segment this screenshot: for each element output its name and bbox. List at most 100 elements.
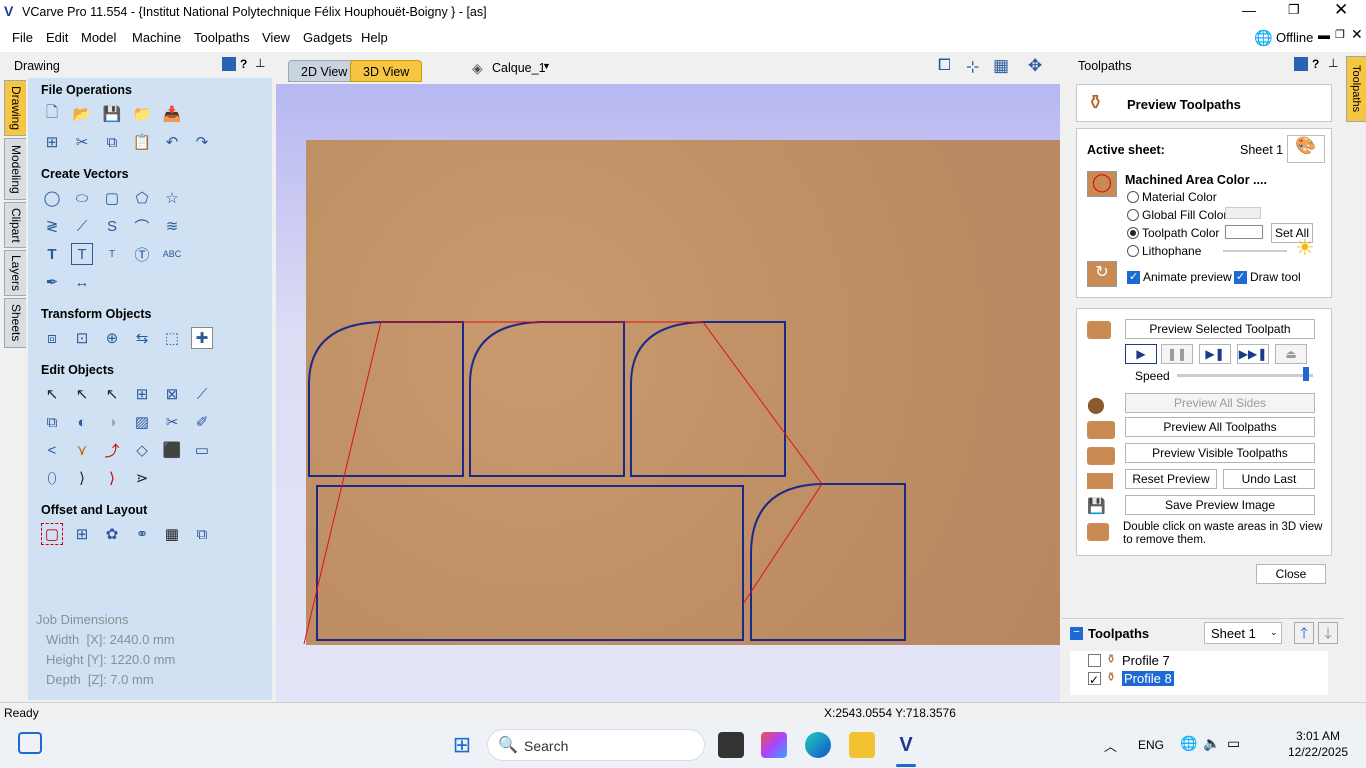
maximize-button[interactable]: ❐	[1288, 2, 1300, 18]
snap-grid-icon[interactable]: ⊹	[966, 57, 979, 77]
close-window-button[interactable]: ✕	[1334, 0, 1348, 20]
copy-icon[interactable]: ⧉	[101, 131, 123, 153]
autohide-pin-icon[interactable]: ⊥	[1328, 56, 1338, 70]
rotate-icon[interactable]: ⊕	[101, 327, 123, 349]
chevron-down-icon[interactable]: ⌄	[1270, 627, 1278, 638]
step-forward-button[interactable]: ▶❚	[1199, 344, 1231, 364]
open-folder-icon[interactable]: 📁	[131, 103, 153, 125]
menu-model[interactable]: Model	[81, 30, 116, 45]
move-icon[interactable]: ⧈	[41, 327, 63, 349]
reset-preview-button[interactable]: Reset Preview	[1125, 469, 1217, 489]
scale-icon[interactable]: ⊡	[71, 327, 93, 349]
bitmap-trace-icon[interactable]: ⬛	[161, 439, 183, 461]
preview-all-sides-button[interactable]: Preview All Sides	[1125, 393, 1315, 413]
tray-chevron-icon[interactable]: ︿	[1104, 736, 1117, 755]
task-view-icon[interactable]	[718, 732, 744, 758]
menu-machine[interactable]: Machine	[132, 30, 181, 45]
star-icon[interactable]: ☆	[161, 187, 183, 209]
speed-slider-thumb[interactable]	[1303, 367, 1310, 381]
undo-icon[interactable]: ↶	[161, 131, 183, 153]
subtract-icon[interactable]: ◐	[71, 411, 93, 433]
tab-sheets[interactable]: Sheets	[4, 298, 26, 348]
tab-3d-view[interactable]: 3D View	[350, 60, 423, 82]
undo-last-button[interactable]: Undo Last	[1223, 469, 1315, 489]
dimension-icon[interactable]: ↔	[71, 271, 93, 293]
image-icon[interactable]: ▭	[191, 439, 213, 461]
node-edit-icon[interactable]: ↖	[71, 383, 93, 405]
import-icon[interactable]: 📥	[161, 103, 183, 125]
smooth-icon[interactable]: ⋎	[71, 439, 93, 461]
menu-edit[interactable]: Edit	[46, 30, 68, 45]
save-file-icon[interactable]: 💾	[101, 103, 123, 125]
deselect-icon[interactable]: ⊠	[161, 383, 183, 405]
move-up-button[interactable]: 🡑	[1294, 622, 1314, 644]
align-icon[interactable]: ✚	[191, 327, 213, 349]
vcarve-taskbar-icon[interactable]: V	[893, 732, 919, 758]
select-icon[interactable]: ↖	[41, 383, 63, 405]
pan-icon[interactable]: ✥	[1028, 56, 1042, 76]
menu-toolpaths[interactable]: Toolpaths	[194, 30, 250, 45]
spiral-icon[interactable]: ≋	[161, 215, 183, 237]
preview-all-toolpaths-button[interactable]: Preview All Toolpaths	[1125, 417, 1315, 437]
trim-icon[interactable]: ▨	[131, 411, 153, 433]
play-button[interactable]: ▶	[1125, 344, 1157, 364]
pen-tool-icon[interactable]: ✒	[41, 271, 63, 293]
widgets-icon[interactable]	[18, 732, 42, 754]
doc-close-button[interactable]: ✕	[1351, 26, 1363, 43]
redo-icon[interactable]: ↷	[191, 131, 213, 153]
cut-icon[interactable]: ✂	[71, 131, 93, 153]
offline-status[interactable]: Offline	[1276, 30, 1313, 45]
windows-start-icon[interactable]: ⊞	[449, 732, 475, 758]
fit-curves-icon[interactable]: ⋗	[131, 467, 153, 489]
rectangle-icon[interactable]: ▢	[101, 187, 123, 209]
polyline-icon[interactable]: ≷	[41, 215, 63, 237]
circle-icon[interactable]: ◯	[41, 187, 63, 209]
select-all-icon[interactable]: ⊞	[131, 383, 153, 405]
grid-icon[interactable]: ▦	[993, 56, 1009, 76]
spell-check-icon[interactable]: ABC	[161, 243, 183, 265]
text-on-curve-icon[interactable]: T	[101, 243, 123, 265]
close-vector-icon[interactable]: ◇	[131, 439, 153, 461]
copilot-icon[interactable]	[761, 732, 787, 758]
help-icon[interactable]: ?	[1312, 57, 1319, 71]
chevron-down-icon[interactable]: ▼	[542, 61, 551, 71]
toolpath-color-radio[interactable]	[1127, 227, 1139, 239]
language-indicator[interactable]: ENG	[1138, 738, 1164, 752]
pin-panel-icon[interactable]	[1294, 57, 1308, 71]
network-icon[interactable]: 🌐	[1180, 735, 1197, 752]
volume-icon[interactable]: 🔈	[1203, 735, 1220, 752]
nest-icon[interactable]: ⊞	[71, 523, 93, 545]
tab-clipart[interactable]: Clipart	[4, 202, 26, 248]
palette-icon[interactable]: 🎨	[1287, 135, 1325, 163]
tab-icon[interactable]: ⟩	[101, 467, 123, 489]
animate-preview-checkbox[interactable]	[1127, 270, 1140, 284]
tab-drawing[interactable]: Drawing	[4, 80, 26, 136]
intersect-icon[interactable]: ◑	[101, 411, 123, 433]
block-copy-icon[interactable]: ▦	[161, 523, 183, 545]
layer-select[interactable]: Calque_1	[492, 61, 546, 75]
mirror-icon[interactable]: ⇆	[131, 327, 153, 349]
weld-icon[interactable]: ⧉	[41, 411, 63, 433]
doc-restore-button[interactable]: ❐	[1335, 28, 1345, 41]
measure-icon[interactable]: ⟋	[191, 383, 213, 405]
pin-panel-icon[interactable]	[222, 57, 236, 71]
menu-help[interactable]: Help	[361, 30, 388, 45]
transform-select-icon[interactable]: ↖	[101, 383, 123, 405]
save-preview-image-button[interactable]: Save Preview Image	[1125, 495, 1315, 515]
edge-icon[interactable]	[805, 732, 831, 758]
fillet-icon[interactable]: ✐	[191, 411, 213, 433]
skip-to-end-button[interactable]: ▶▶❚	[1237, 344, 1269, 364]
profile-7-checkbox[interactable]	[1088, 654, 1101, 667]
clock-time[interactable]: 3:01 AM	[1296, 729, 1340, 743]
profile-7-item[interactable]: Profile 7	[1122, 653, 1170, 668]
tab-modeling[interactable]: Modeling	[4, 138, 26, 200]
array-copy-icon[interactable]: ⚭	[131, 523, 153, 545]
close-button[interactable]: Close	[1256, 564, 1326, 584]
move-down-button[interactable]: 🡓	[1318, 622, 1338, 644]
material-color-radio[interactable]	[1127, 191, 1139, 203]
zoom-extents-icon[interactable]: ⧠	[938, 57, 951, 75]
taskbar-search[interactable]: 🔍 Search	[487, 729, 705, 761]
speed-slider-track[interactable]	[1177, 374, 1313, 377]
nesting-icon[interactable]: ⧉	[191, 523, 213, 545]
global-fill-swatch[interactable]	[1225, 207, 1261, 219]
